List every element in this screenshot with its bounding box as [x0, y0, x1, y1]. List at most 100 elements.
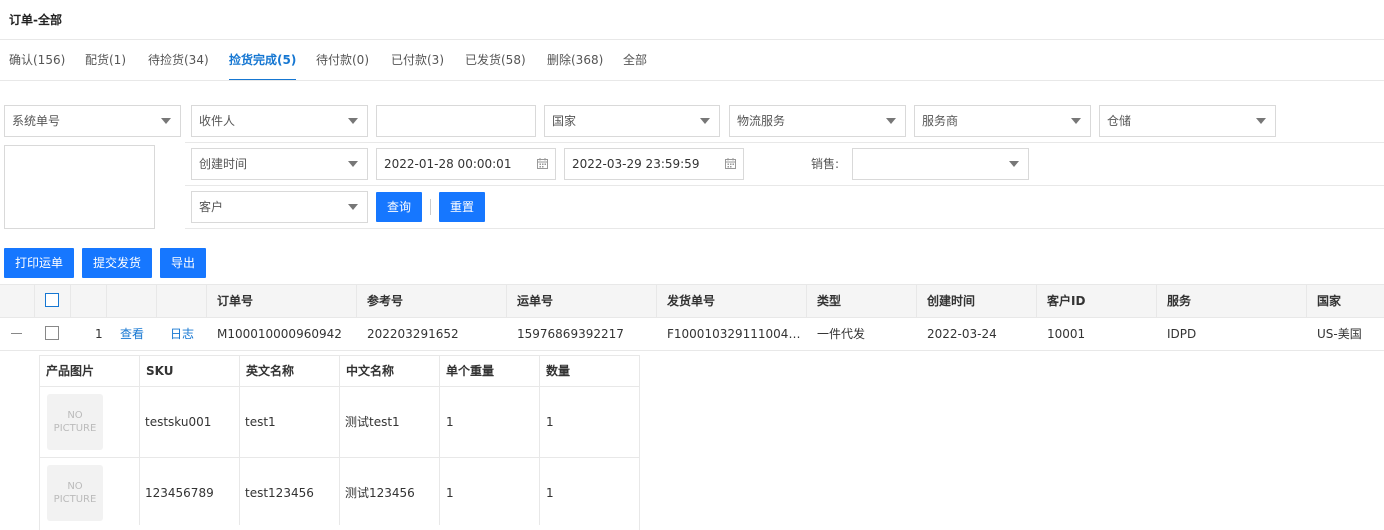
tab-unpaid[interactable]: 待付款(0) — [316, 40, 369, 80]
column-divider — [139, 356, 140, 525]
no-picture-placeholder: NO PICTURE — [47, 394, 103, 450]
ref-no-cell: 202203291652 — [367, 327, 459, 341]
header-chinese-name: 中文名称 — [346, 364, 395, 378]
row-checkbox[interactable] — [45, 326, 59, 340]
logistics-select[interactable]: 物流服务 — [729, 105, 906, 137]
divider — [185, 185, 1384, 186]
receiver-select[interactable]: 收件人 — [191, 105, 368, 137]
tab-confirm[interactable]: 确认(156) — [9, 40, 65, 80]
view-link[interactable]: 查看 — [120, 318, 144, 350]
warehouse-select[interactable]: 仓储 — [1099, 105, 1276, 137]
caret-down-icon — [886, 118, 896, 124]
header-ref-no: 参考号 — [367, 294, 404, 308]
tab-all[interactable]: 全部 — [623, 40, 647, 80]
column-divider — [1036, 285, 1037, 317]
column-divider — [1156, 285, 1157, 317]
sales-label: 销售: — [811, 157, 840, 171]
select-value: 国家 — [552, 114, 577, 128]
divider — [185, 142, 1384, 143]
page-title: 订单-全部 — [9, 13, 62, 27]
log-link[interactable]: 日志 — [170, 318, 194, 350]
tab-allocate[interactable]: 配货(1) — [85, 40, 126, 80]
header-customer-id: 客户ID — [1047, 294, 1086, 308]
header-order-no: 订单号 — [217, 294, 254, 308]
english-name-cell: test1 — [245, 415, 276, 429]
separator — [430, 199, 431, 215]
header-sku: SKU — [146, 364, 174, 378]
column-divider — [239, 356, 240, 525]
country-cell: US-美国 — [1317, 327, 1362, 341]
export-button[interactable]: 导出 — [160, 248, 206, 278]
unit-weight-cell: 1 — [446, 415, 454, 429]
unit-weight-cell: 1 — [446, 486, 454, 500]
column-divider — [156, 285, 157, 317]
divider — [0, 350, 1384, 351]
chinese-name-cell: 测试123456 — [345, 486, 415, 500]
tab-deleted[interactable]: 删除(368) — [547, 40, 603, 80]
tab-shipped[interactable]: 已发货(58) — [465, 40, 526, 80]
column-divider — [439, 356, 440, 525]
print-waybill-button[interactable]: 打印运单 — [4, 248, 74, 278]
header-country: 国家 — [1317, 294, 1342, 308]
header-english-name: 英文名称 — [246, 364, 295, 378]
service-cell: IDPD — [1167, 327, 1197, 341]
reset-button[interactable]: 重置 — [439, 192, 485, 222]
caret-down-icon — [1009, 161, 1019, 167]
select-all-checkbox[interactable] — [45, 293, 59, 307]
submit-shipment-button[interactable]: 提交发货 — [82, 248, 152, 278]
tab-paid[interactable]: 已付款(3) — [391, 40, 444, 80]
header-service: 服务 — [1167, 294, 1192, 308]
no-picture-text: NO — [67, 481, 83, 492]
header-quantity: 数量 — [546, 364, 571, 378]
customer-select[interactable]: 客户 — [191, 191, 368, 223]
header-product-image: 产品图片 — [46, 364, 95, 378]
date-value: 2022-01-28 00:00:01 — [384, 157, 512, 171]
column-divider — [70, 285, 71, 317]
end-date-input[interactable]: 2022-03-29 23:59:59 — [564, 148, 744, 180]
divider — [185, 228, 1384, 229]
ship-no-cell: F1000103291110049… — [667, 327, 801, 341]
caret-down-icon — [348, 204, 358, 210]
caret-down-icon — [700, 118, 710, 124]
select-value: 创建时间 — [199, 157, 248, 171]
sales-select[interactable] — [852, 148, 1029, 180]
tab-picked[interactable]: 捡货完成(5) — [229, 40, 297, 81]
caret-down-icon — [348, 118, 358, 124]
column-divider — [34, 285, 35, 317]
sku-cell: 123456789 — [145, 486, 214, 500]
select-value: 收件人 — [199, 114, 236, 128]
time-type-select[interactable]: 创建时间 — [191, 148, 368, 180]
column-divider — [339, 356, 340, 525]
country-select[interactable]: 国家 — [544, 105, 720, 137]
select-value: 物流服务 — [737, 114, 786, 128]
no-picture-text: PICTURE — [53, 423, 97, 434]
select-value: 客户 — [199, 200, 224, 214]
tab-to-pick[interactable]: 待捡货(34) — [148, 40, 209, 80]
column-divider — [806, 285, 807, 317]
quantity-cell: 1 — [546, 486, 554, 500]
calendar-icon — [537, 158, 548, 169]
column-divider — [356, 285, 357, 317]
row-index: 1 — [95, 327, 103, 341]
header-type: 类型 — [817, 294, 842, 308]
collapse-icon[interactable] — [11, 333, 22, 334]
keyword-input[interactable] — [376, 105, 536, 137]
no-picture-text: NO — [67, 410, 83, 421]
divider — [0, 80, 1384, 81]
column-divider — [206, 285, 207, 317]
no-picture-text: PICTURE — [53, 494, 97, 505]
query-button[interactable]: 查询 — [376, 192, 422, 222]
created-cell: 2022-03-24 — [927, 327, 997, 341]
provider-select[interactable]: 服务商 — [914, 105, 1091, 137]
header-unit-weight: 单个重量 — [446, 364, 495, 378]
system-no-select[interactable]: 系统单号 — [4, 105, 181, 137]
customer-id-cell: 10001 — [1047, 327, 1086, 341]
order-no-textarea[interactable] — [4, 145, 155, 229]
column-divider — [106, 285, 107, 317]
chinese-name-cell: 测试test1 — [345, 415, 400, 429]
column-divider — [916, 285, 917, 317]
calendar-icon — [725, 158, 736, 169]
column-divider — [506, 285, 507, 317]
no-picture-placeholder: NO PICTURE — [47, 465, 103, 521]
start-date-input[interactable]: 2022-01-28 00:00:01 — [376, 148, 556, 180]
